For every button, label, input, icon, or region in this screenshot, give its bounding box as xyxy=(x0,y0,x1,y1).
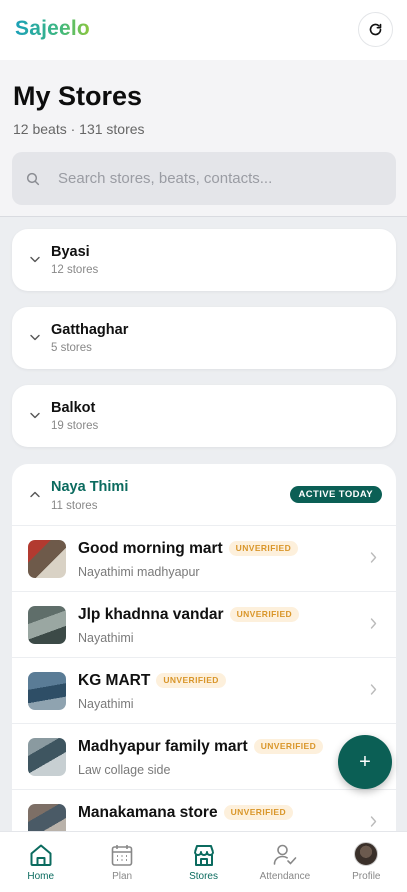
nav-label: Stores xyxy=(189,871,218,882)
beat-card-balkot[interactable]: Balkot 19 stores xyxy=(12,385,396,447)
top-bar: Sajeelo xyxy=(0,0,407,60)
store-address: Nayathimi xyxy=(78,697,134,711)
unverified-badge: UNVERIFIED xyxy=(253,739,324,754)
chevron-up-icon xyxy=(30,491,40,498)
store-address: Law collage side xyxy=(78,763,171,777)
beat-store-count: 11 stores xyxy=(51,500,98,512)
store-icon xyxy=(193,845,214,866)
beat-store-count: 12 stores xyxy=(51,264,99,276)
bottom-nav: Home Plan Stores Attendance Profile xyxy=(0,831,407,892)
store-name: Good morning mart xyxy=(78,540,223,557)
unverified-badge: UNVERIFIED xyxy=(228,541,299,556)
beat-header[interactable]: Naya Thimi 11 stores ACTIVE TODAY xyxy=(12,464,396,526)
beat-store-count: 19 stores xyxy=(51,420,99,432)
page-title: My Stores xyxy=(13,81,143,111)
plus-icon: + xyxy=(359,750,371,773)
store-name: Madhyapur family mart xyxy=(78,738,248,755)
store-name: KG MART xyxy=(78,672,151,689)
store-thumbnail xyxy=(28,606,66,644)
store-thumbnail xyxy=(28,738,66,776)
chevron-down-icon xyxy=(30,256,40,263)
refresh-icon xyxy=(369,23,382,36)
nav-profile[interactable]: Profile xyxy=(326,832,407,892)
chevron-right-icon xyxy=(370,684,377,695)
beat-name: Naya Thimi xyxy=(51,479,129,495)
beat-store-count: 5 stores xyxy=(51,342,92,354)
store-name: Jlp khadnna vandar xyxy=(78,606,224,623)
beat-name: Balkot xyxy=(51,400,96,416)
refresh-button[interactable] xyxy=(358,12,393,47)
store-row[interactable]: Good morning mart UNVERIFIED Nayathimi ma… xyxy=(12,526,396,592)
beat-card-gatthaghar[interactable]: Gatthaghar 5 stores xyxy=(12,307,396,369)
chevron-down-icon xyxy=(30,412,40,419)
avatar xyxy=(354,842,379,866)
unverified-badge: UNVERIFIED xyxy=(156,673,226,688)
chevron-right-icon xyxy=(370,618,377,629)
beat-card-naya-thimi: Naya Thimi 11 stores ACTIVE TODAY Good m… xyxy=(12,464,396,864)
store-row[interactable]: KG MART UNVERIFIED Nayathimi xyxy=(12,658,396,724)
beat-name: Gatthaghar xyxy=(51,322,129,338)
store-name: Manakamana store xyxy=(78,804,218,821)
person-check-icon xyxy=(273,844,297,865)
chevron-down-icon xyxy=(30,334,40,341)
store-thumbnail xyxy=(28,540,66,578)
nav-stores[interactable]: Stores xyxy=(163,832,244,892)
store-address: Nayathimi xyxy=(78,631,134,645)
beat-name: Byasi xyxy=(51,244,90,260)
beat-card-byasi[interactable]: Byasi 12 stores xyxy=(12,229,396,291)
nav-plan[interactable]: Plan xyxy=(81,832,162,892)
chevron-right-icon xyxy=(370,816,377,827)
search-icon xyxy=(26,172,40,186)
app-logo[interactable]: Sajeelo xyxy=(15,17,90,41)
nav-home[interactable]: Home xyxy=(0,832,81,892)
nav-label: Home xyxy=(27,871,55,882)
store-thumbnail xyxy=(28,672,66,710)
nav-label: Profile xyxy=(352,871,381,882)
search-input[interactable] xyxy=(58,152,378,205)
nav-label: Plan xyxy=(112,871,133,882)
calendar-icon xyxy=(111,845,133,866)
page-subtitle: 12 beats · 131 stores xyxy=(13,121,145,137)
search-bar[interactable] xyxy=(12,152,396,205)
add-store-button[interactable]: + xyxy=(338,735,392,789)
page-header: My Stores 12 beats · 131 stores xyxy=(0,60,407,217)
nav-label: Attendance xyxy=(259,871,311,882)
chevron-right-icon xyxy=(370,552,377,563)
unverified-badge: UNVERIFIED xyxy=(223,805,294,820)
unverified-badge: UNVERIFIED xyxy=(229,607,300,622)
store-address: Nayathimi madhyapur xyxy=(78,565,200,579)
home-icon xyxy=(30,844,52,866)
nav-attendance[interactable]: Attendance xyxy=(244,832,325,892)
active-today-badge: ACTIVE TODAY xyxy=(289,486,382,503)
store-row[interactable]: Jlp khadnna vandar UNVERIFIED Nayathimi xyxy=(12,592,396,658)
